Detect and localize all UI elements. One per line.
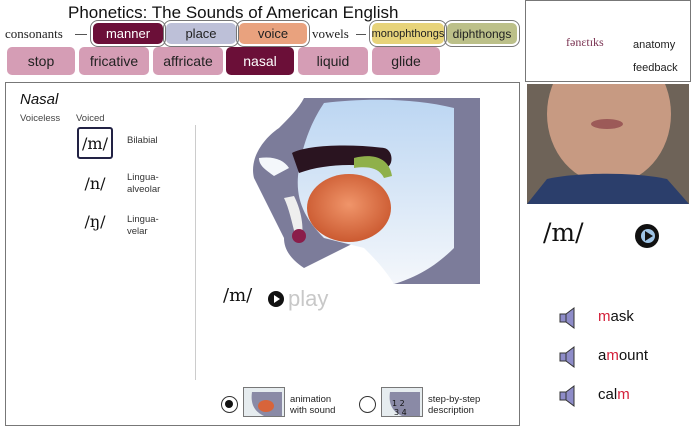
svg-text:1 2: 1 2 — [392, 399, 405, 408]
word-post: ount — [618, 347, 649, 364]
phoneme-m-button[interactable]: /m/ — [77, 127, 113, 159]
word-amount[interactable]: amount — [558, 345, 688, 369]
speaker-video — [527, 84, 689, 204]
word-highlight: m — [617, 386, 630, 403]
step-label: step-by-step description — [428, 394, 481, 416]
phoneme-symbol: /m/ — [82, 133, 108, 153]
tab-monophthongs[interactable]: monophthongs — [369, 20, 447, 47]
step-thumbnail[interactable]: 1 2 3 4 — [381, 387, 423, 417]
tab-stop[interactable]: stop — [7, 47, 75, 75]
speaker-icon — [559, 385, 575, 407]
place-label: Lingua- alveolar — [127, 172, 161, 195]
connector-line — [75, 34, 87, 35]
word-pre: cal — [598, 386, 618, 403]
phoneme-ng-button[interactable]: /ŋ/ — [77, 209, 113, 233]
phoneme-symbol: /ŋ/ — [84, 211, 106, 231]
animation-thumbnail[interactable] — [243, 387, 285, 417]
tab-nasal-label: nasal — [243, 53, 277, 69]
step-radio[interactable] — [359, 396, 376, 413]
voiceless-header: Voiceless — [20, 113, 61, 124]
voiced-header: Voiced — [76, 113, 105, 124]
feedback-link[interactable]: feedback — [633, 62, 678, 74]
tab-glide-label: glide — [391, 53, 421, 69]
vowels-label: vowels — [312, 26, 349, 41]
tab-manner[interactable]: manner — [90, 20, 166, 47]
app-title: Phonetics: The Sounds of American Englis… — [68, 3, 399, 22]
header-panel: fənɛtɪks anatomy feedback — [525, 0, 691, 82]
tab-diphthongs[interactable]: diphthongs — [444, 20, 520, 47]
current-phoneme: /m/ — [223, 285, 253, 306]
phoneme-symbol: /n/ — [84, 173, 106, 193]
vocal-tract-illustration — [253, 98, 480, 284]
tab-fricative-label: fricative — [89, 53, 139, 69]
panel-title: Nasal — [20, 91, 59, 108]
play-right-button[interactable] — [635, 224, 659, 248]
tab-liquid[interactable]: liquid — [298, 47, 368, 75]
word-label: mask — [598, 308, 634, 325]
speaker-icon — [559, 307, 575, 329]
place-label: Bilabial — [127, 135, 158, 146]
main-panel: Nasal Voiceless Voiced /m/ Bilabial /n/ … — [5, 82, 520, 426]
step-icon: 1 2 3 4 — [382, 388, 422, 417]
tab-liquid-label: liquid — [316, 53, 350, 69]
tab-voice-label: voice — [257, 26, 289, 41]
word-highlight: m — [606, 347, 619, 364]
speaker-icon — [559, 346, 575, 368]
speaker-face-image — [527, 84, 689, 204]
tab-stop-label: stop — [27, 53, 55, 69]
divider — [195, 125, 196, 380]
animation-radio[interactable] — [221, 396, 238, 413]
tab-fricative[interactable]: fricative — [79, 47, 149, 75]
tab-place-label: place — [185, 26, 217, 41]
tab-glide[interactable]: glide — [372, 47, 440, 75]
place-label: Lingua- velar — [127, 214, 159, 237]
word-mask[interactable]: mask — [558, 306, 688, 330]
word-post: ask — [610, 308, 634, 325]
anatomy-link[interactable]: anatomy — [633, 39, 675, 51]
logo: fənɛtɪks — [566, 35, 604, 49]
tab-affricate-label: affricate — [163, 53, 213, 69]
word-highlight: m — [598, 308, 611, 325]
word-label: amount — [598, 347, 648, 364]
animation-label: animation with sound — [290, 394, 336, 416]
svg-text:3 4: 3 4 — [394, 408, 407, 417]
current-symbol: /m/ — [543, 218, 584, 247]
animation-icon — [244, 388, 284, 416]
tab-affricate[interactable]: affricate — [153, 47, 223, 75]
play-button[interactable] — [268, 291, 284, 307]
tab-place[interactable]: place — [163, 20, 239, 47]
word-calm[interactable]: calm — [558, 384, 688, 408]
tab-nasal[interactable]: nasal — [226, 47, 294, 75]
tab-voice[interactable]: voice — [236, 20, 310, 47]
tab-monophthongs-label: monophthongs — [371, 27, 445, 40]
tab-manner-label: manner — [105, 26, 151, 41]
phoneme-n-button[interactable]: /n/ — [77, 171, 113, 195]
consonants-label: consonants — [5, 26, 63, 41]
tab-diphthongs-label: diphthongs — [452, 26, 512, 41]
connector-line — [356, 34, 366, 35]
play-label[interactable]: play — [288, 286, 328, 312]
word-label: calm — [598, 386, 630, 403]
